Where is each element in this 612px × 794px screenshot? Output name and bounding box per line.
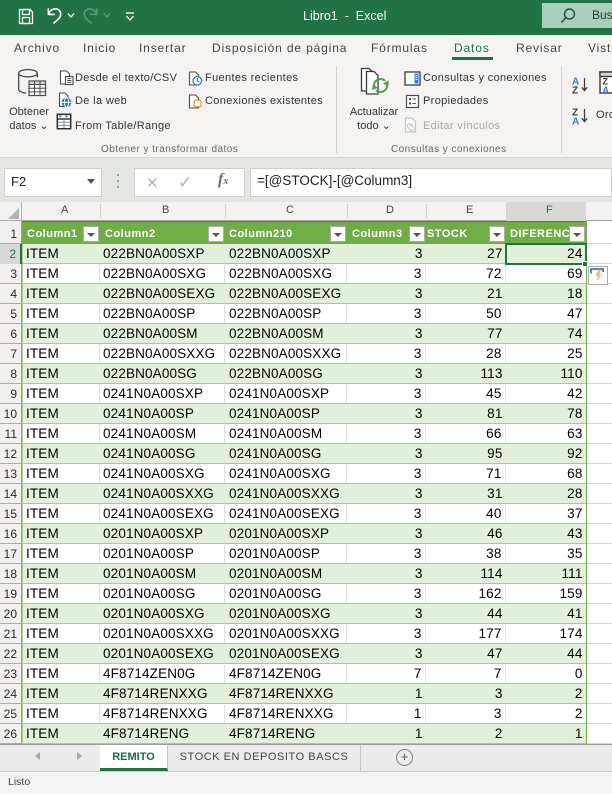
svg-text:A: A [603,85,610,95]
svg-text:Z: Z [572,86,578,97]
svg-text:A: A [572,117,579,128]
